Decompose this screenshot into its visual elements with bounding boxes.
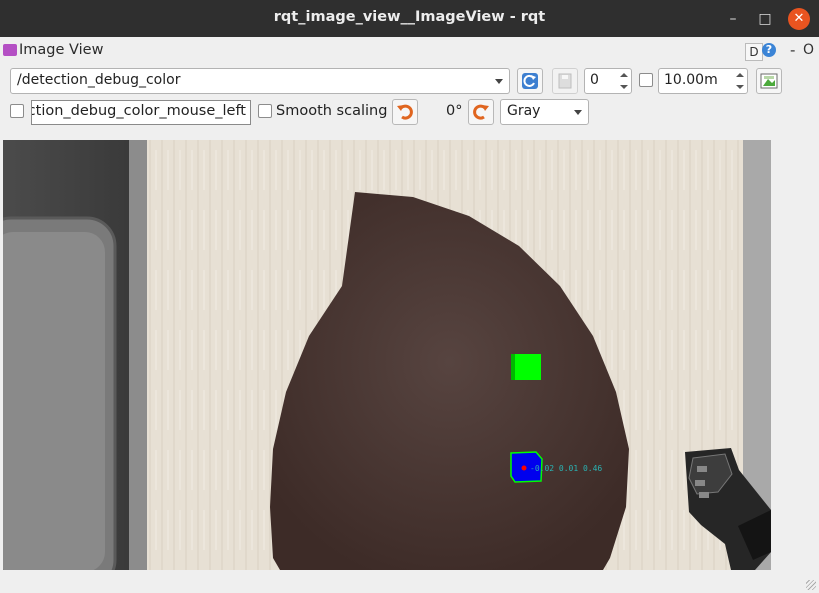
spin-up-icon[interactable] — [736, 73, 744, 77]
save-image-button[interactable] — [552, 68, 578, 94]
fit-image-button[interactable] — [756, 68, 782, 94]
resize-grip-icon[interactable] — [806, 580, 816, 590]
panel-title: Image View — [19, 42, 104, 58]
refresh-button[interactable] — [517, 68, 543, 94]
detection-label: -0.02 0.01 0.46 — [530, 464, 602, 473]
rotate-left-icon — [397, 104, 413, 120]
close-icon: ✕ — [793, 11, 805, 26]
rotation-label: 0° — [446, 103, 463, 119]
mouse-topic-input[interactable]: ection_debug_color_mouse_left — [31, 100, 251, 125]
rotate-right-icon — [473, 104, 489, 120]
smooth-scaling-checkbox[interactable] — [258, 104, 272, 118]
left-object-panel-inner — [3, 232, 105, 570]
minimize-button[interactable]: – — [722, 8, 744, 30]
spin-up-icon[interactable] — [620, 73, 628, 77]
detection-center-point — [521, 465, 527, 471]
image-view[interactable]: -0.02 0.01 0.46 — [3, 140, 771, 570]
topic-select-value: /detection_debug_color — [17, 72, 181, 88]
rotate-right-button[interactable] — [468, 99, 494, 125]
help-icon[interactable]: ? — [762, 43, 776, 57]
queue-size-value: 0 — [590, 72, 599, 88]
minimize-panel-button[interactable]: - — [790, 41, 795, 59]
plugin-icon — [3, 44, 17, 56]
save-icon — [558, 73, 572, 89]
mouse-topic-value: ection_debug_color_mouse_left — [31, 103, 246, 119]
spin-down-icon[interactable] — [736, 85, 744, 89]
color-scheme-value: Gray — [507, 103, 541, 119]
duration-value: 10.00m — [664, 72, 718, 88]
refresh-icon — [522, 73, 538, 89]
duration-checkbox[interactable] — [639, 73, 653, 87]
color-scheme-select[interactable]: Gray — [500, 99, 589, 125]
mouse-publish-checkbox[interactable] — [10, 104, 24, 118]
chevron-down-icon — [495, 79, 503, 84]
camera-image: -0.02 0.01 0.46 — [3, 140, 771, 570]
queue-size-spinbox[interactable]: 0 — [584, 68, 632, 94]
fit-image-icon — [760, 73, 778, 89]
duration-spinbox[interactable]: 10.00m — [658, 68, 748, 94]
topic-select[interactable]: /detection_debug_color — [10, 68, 510, 94]
close-button[interactable]: ✕ — [788, 8, 810, 30]
green-marker — [513, 354, 541, 380]
spin-down-icon[interactable] — [620, 85, 628, 89]
maximize-icon: □ — [758, 11, 772, 27]
window-titlebar: rqt_image_view__ImageView - rqt – □ ✕ — [0, 0, 819, 37]
rotate-left-button[interactable] — [392, 99, 418, 125]
close-panel-button[interactable]: O — [803, 42, 814, 58]
status-area — [0, 571, 819, 593]
green-marker-edge — [511, 354, 515, 380]
maximize-button[interactable]: □ — [754, 8, 776, 30]
minimize-icon: – — [729, 11, 737, 27]
dock-button[interactable]: D — [745, 43, 763, 61]
window-title: rqt_image_view__ImageView - rqt — [273, 9, 546, 25]
smooth-scaling-label: Smooth scaling — [276, 103, 388, 119]
chevron-down-icon — [574, 110, 582, 115]
